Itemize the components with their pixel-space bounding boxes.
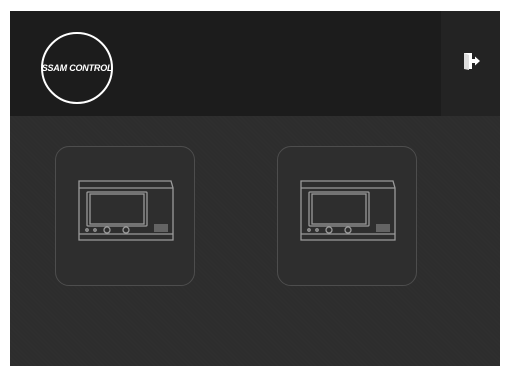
exit-door-icon	[461, 51, 481, 76]
brand-logo: SSAM CONTROL	[41, 32, 113, 104]
control-panel-device-icon	[75, 178, 175, 255]
device-tile-1[interactable]	[55, 146, 195, 286]
control-panel-device-icon	[297, 178, 397, 255]
device-tile-2[interactable]	[277, 146, 417, 286]
brand-logo-text: SSAM CONTROL	[41, 63, 113, 73]
app-window: SSAM CONTROL	[10, 11, 500, 366]
exit-button[interactable]	[441, 11, 500, 116]
header-bar: SSAM CONTROL	[10, 11, 500, 116]
